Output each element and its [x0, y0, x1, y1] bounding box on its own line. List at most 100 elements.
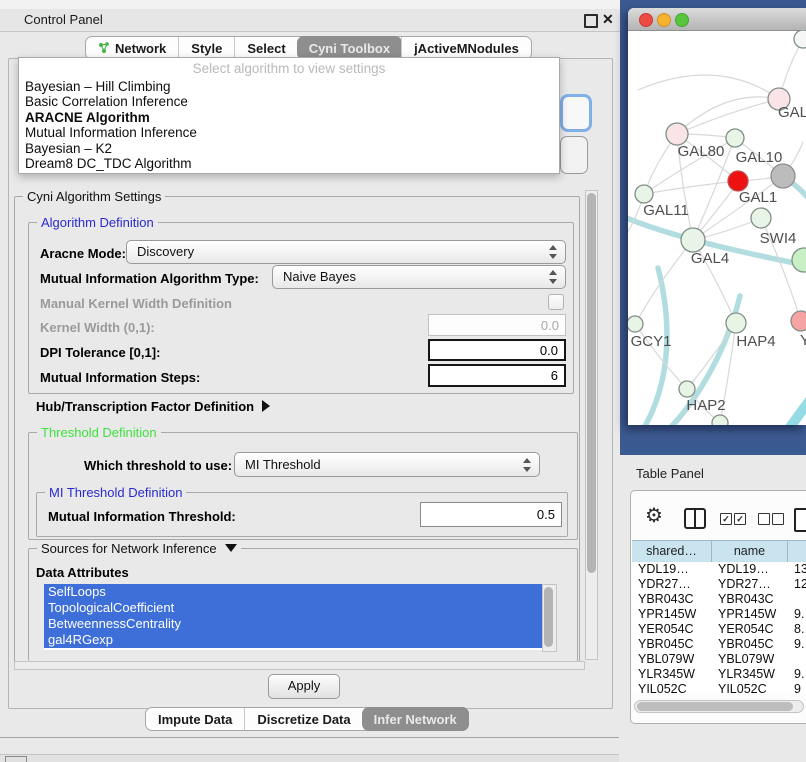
algorithm-dropdown-popup: Select algorithm to view settings Bayesi…	[18, 57, 560, 174]
zoom-traffic-light[interactable]	[675, 13, 689, 27]
table-row[interactable]: YER054CYER054C8.	[632, 622, 806, 637]
table-row[interactable]: YDL19…YDL19…13	[632, 562, 806, 577]
collapsed-panel-icon[interactable]	[5, 756, 27, 762]
columns-icon[interactable]	[684, 508, 706, 529]
table-panel-title: Table Panel	[636, 466, 704, 481]
network-window-titlebar[interactable]	[628, 8, 806, 31]
aracne-mode-combo[interactable]: Discovery	[126, 240, 566, 264]
stepper-icon	[549, 270, 558, 284]
table-cell: YDL19…	[712, 562, 788, 577]
network-edge[interactable]	[644, 181, 738, 194]
dpi-tolerance-input[interactable]	[428, 339, 566, 361]
which-threshold-combo[interactable]: MI Threshold	[234, 452, 540, 477]
float-window-icon[interactable]	[584, 14, 598, 28]
network-edge[interactable]	[766, 400, 806, 425]
data-attribute-item[interactable]: gal4RGexp	[44, 632, 542, 648]
network-node[interactable]	[726, 129, 744, 147]
column-header[interactable]: shared…	[632, 541, 712, 563]
algorithm-option[interactable]: Bayesian – Hill Climbing	[19, 79, 559, 94]
select-all-checkbox-icon[interactable]: ✓	[720, 513, 732, 525]
select-all-checkbox-icon[interactable]: ✓	[734, 513, 746, 525]
tab-label: Infer Network	[374, 712, 457, 727]
tab-infer-network[interactable]: Infer Network	[362, 707, 469, 731]
table-cell: YER054C	[712, 622, 788, 637]
table-row[interactable]: YLR345WYLR345W9.	[632, 667, 806, 682]
tab-impute-data[interactable]: Impute Data	[146, 708, 244, 730]
tab-jactivemnodules[interactable]: jActiveMNodules	[401, 37, 531, 59]
settings-hscrollbar[interactable]	[14, 661, 585, 670]
tab-discretize-data[interactable]: Discretize Data	[244, 708, 362, 730]
table-row[interactable]: YBL079WYBL079W	[632, 652, 806, 667]
mi-steps-input[interactable]	[428, 364, 566, 387]
kernel-width-input[interactable]	[428, 314, 566, 336]
panel-divider	[0, 737, 620, 738]
algorithm-option[interactable]: Basic Correlation Inference	[19, 94, 559, 109]
table-row[interactable]: YPR145WYPR145W9.	[632, 607, 806, 622]
table-row[interactable]: YBR045CYBR045C9.	[632, 637, 806, 652]
mi-type-combo[interactable]: Naive Bayes	[272, 265, 566, 289]
table-header[interactable]: shared… name	[632, 540, 806, 564]
stepper-icon	[549, 245, 558, 259]
network-node[interactable]	[751, 208, 771, 228]
tab-label: Impute Data	[158, 712, 232, 727]
network-node[interactable]	[679, 381, 695, 397]
data-attribute-item[interactable]: SelfLoops	[44, 584, 542, 600]
button-partial[interactable]	[560, 136, 588, 174]
table-row[interactable]: YDR27…YDR27…12	[632, 577, 806, 592]
network-canvas[interactable]: GALGAL80GAL10GAL1GAL11SWI4GAL4GCY1HAP4YH…	[628, 30, 806, 425]
algorithm-option[interactable]: Mutual Information Inference	[19, 125, 559, 140]
table-hscrollbar[interactable]	[634, 700, 804, 713]
deselect-all-checkbox-icon[interactable]	[772, 513, 784, 525]
column-header[interactable]: name	[712, 541, 788, 563]
network-node[interactable]	[726, 313, 746, 333]
mi-threshold-input[interactable]	[420, 502, 562, 527]
network-edge[interactable]	[638, 75, 779, 99]
close-icon[interactable]: ✕	[602, 11, 614, 28]
table-cell: YBL079W	[712, 652, 788, 667]
table-cell: 8.	[788, 622, 806, 637]
network-node[interactable]	[794, 30, 806, 48]
close-traffic-light[interactable]	[639, 13, 653, 27]
stepper-icon	[523, 458, 532, 472]
network-node[interactable]	[712, 415, 728, 425]
tab-select[interactable]: Select	[234, 37, 297, 59]
network-edge[interactable]	[677, 99, 779, 134]
algorithm-option[interactable]: Bayesian – K2	[19, 141, 559, 156]
table-row[interactable]: YBR043CYBR043C	[632, 592, 806, 607]
tab-network[interactable]: Network	[86, 37, 178, 59]
network-node[interactable]	[728, 171, 748, 191]
algorithm-option[interactable]: Dream8 DC_TDC Algorithm	[19, 156, 559, 171]
network-window[interactable]: GALGAL80GAL10GAL1GAL11SWI4GAL4GCY1HAP4YH…	[628, 8, 806, 425]
network-edge[interactable]	[677, 97, 779, 134]
sources-group-title[interactable]: Sources for Network Inference	[37, 541, 241, 556]
table-cell: YBR043C	[712, 592, 788, 607]
network-node[interactable]	[628, 316, 643, 332]
table-cell: YDR27…	[632, 577, 712, 592]
table-row[interactable]: YIL052CYIL052C9	[632, 682, 806, 693]
network-node[interactable]	[635, 185, 653, 203]
network-edge[interactable]	[687, 323, 736, 389]
settings-vscrollbar[interactable]	[585, 190, 598, 660]
table-cell: 9.	[788, 667, 806, 682]
network-node[interactable]	[792, 248, 806, 272]
new-table-icon[interactable]	[794, 508, 806, 532]
column-header[interactable]	[788, 541, 806, 563]
data-attributes-list[interactable]: SelfLoopsTopologicalCoefficientBetweenne…	[44, 584, 542, 650]
network-node[interactable]	[666, 123, 688, 145]
data-attribute-item[interactable]: TopologicalCoefficient	[44, 600, 542, 616]
tab-style[interactable]: Style	[178, 37, 234, 59]
list-scrollbar[interactable]	[542, 584, 557, 652]
gear-icon[interactable]: ⚙	[645, 506, 663, 526]
focused-button-partial[interactable]	[560, 94, 592, 132]
apply-button[interactable]: Apply	[268, 674, 340, 699]
algorithm-option[interactable]: ARACNE Algorithm	[19, 110, 559, 125]
network-node[interactable]	[681, 228, 705, 252]
node-label: GAL4	[691, 250, 729, 267]
deselect-all-checkbox-icon[interactable]	[758, 513, 770, 525]
hub-definition-toggle[interactable]: Hub/Transcription Factor Definition	[36, 399, 270, 414]
network-node[interactable]	[791, 311, 806, 331]
network-node[interactable]	[771, 164, 795, 188]
data-attribute-item[interactable]: BetweennessCentrality	[44, 616, 542, 632]
manual-kernel-checkbox[interactable]	[548, 294, 564, 310]
minimize-traffic-light[interactable]	[657, 13, 671, 27]
